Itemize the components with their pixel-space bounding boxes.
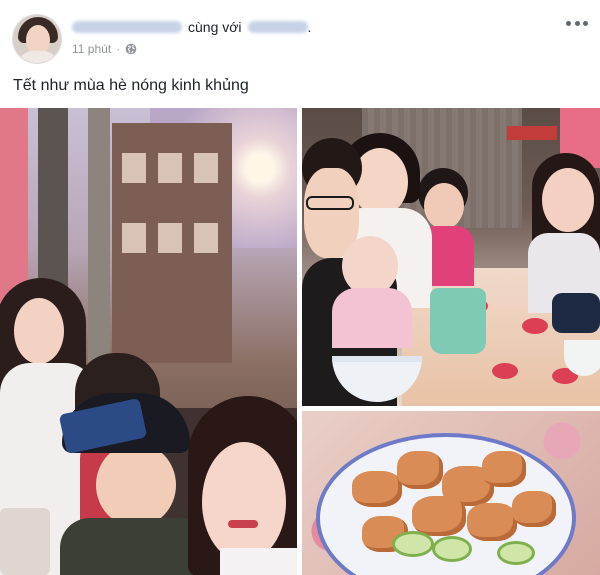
tagged-name-blurred[interactable] xyxy=(247,21,308,33)
photo-grid xyxy=(0,108,600,575)
photo-selfie-street[interactable] xyxy=(0,108,297,575)
photo-family-table[interactable] xyxy=(302,108,600,406)
with-label: cùng với xyxy=(188,19,242,35)
period: . xyxy=(307,19,312,35)
more-options-icon[interactable] xyxy=(566,16,588,30)
avatar[interactable] xyxy=(12,14,62,64)
photo-fried-food[interactable] xyxy=(302,411,600,575)
post-meta: 11 phút · xyxy=(72,42,137,56)
meta-separator: · xyxy=(116,42,121,56)
post-time[interactable]: 11 phút xyxy=(72,42,111,56)
globe-icon[interactable] xyxy=(125,43,137,55)
post-caption: Tết như mùa hè nóng kinh khủng xyxy=(13,77,249,94)
author-name-blurred[interactable] xyxy=(72,21,182,33)
post-header: cùng với . xyxy=(72,18,311,36)
facebook-post: cùng với . 11 phút · Tết như mùa hè nóng… xyxy=(0,0,600,575)
